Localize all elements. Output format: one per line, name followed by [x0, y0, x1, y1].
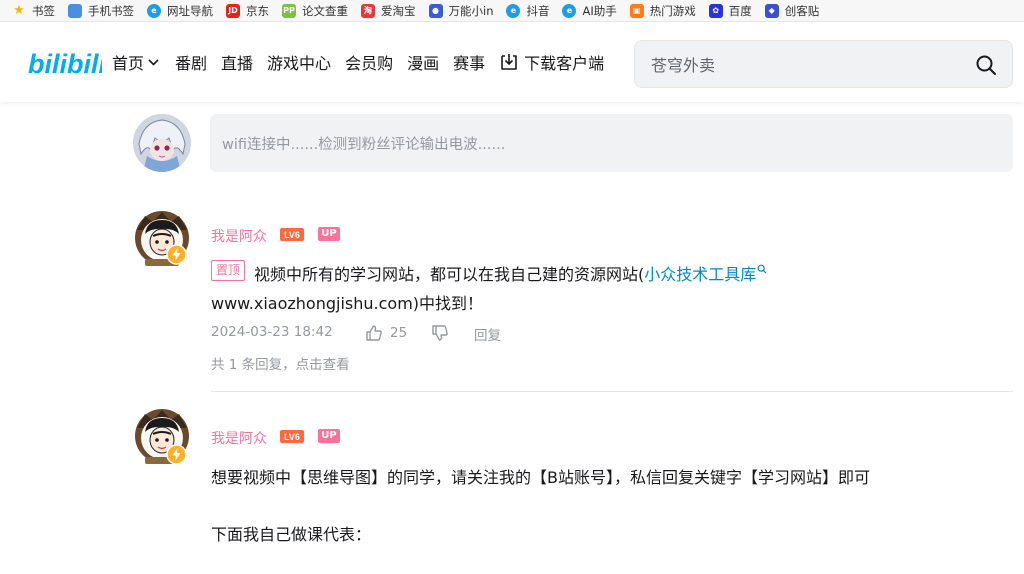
bookmark-item[interactable]: ★ 书签 — [12, 3, 55, 19]
browser-e-icon: e — [506, 3, 521, 18]
comment-username[interactable]: 我是阿众 — [211, 226, 267, 246]
bookmark-label: 万能小in — [448, 3, 494, 18]
comment-input-placeholder: wifi连接中......检测到粉丝评论输出电波...... — [222, 137, 506, 153]
jd-icon: JD — [226, 3, 240, 18]
search-bar — [634, 40, 1013, 88]
nav-game-center[interactable]: 游戏中心 — [267, 50, 331, 74]
verified-lightning-icon — [166, 444, 187, 465]
commenter-avatar[interactable] — [133, 210, 191, 270]
bookmark-item[interactable]: 淘爱淘宝 — [361, 3, 416, 19]
pinned-tag: 置顶 — [211, 260, 246, 281]
comment-text-line-1: 想要视频中【思维导图】的同学，请关注我的【B站账号】，私信回复关键字【学习网站】… — [211, 468, 870, 487]
browser-e-icon: e — [562, 3, 577, 18]
view-replies-link[interactable]: 共 1 条回复，点击查看 — [211, 353, 350, 373]
bookmark-label: 网址导航 — [167, 3, 213, 18]
nav-manga-label: 漫画 — [407, 54, 440, 73]
nav-mall[interactable]: 会员购 — [345, 50, 393, 74]
pp-icon: PP — [282, 3, 296, 18]
game-icon: ▣ — [629, 3, 644, 18]
dislike-button[interactable] — [431, 324, 449, 342]
chevron-down-icon — [148, 58, 159, 66]
thumbs-up-icon — [366, 325, 382, 341]
bookmark-item[interactable]: e 网址导航 — [147, 3, 213, 19]
comment-date: 2024-03-23 18:42 — [211, 324, 333, 340]
thumbs-down-icon — [432, 325, 448, 341]
like-button[interactable]: 25 — [365, 324, 407, 342]
nav-live[interactable]: 直播 — [221, 50, 253, 74]
reply-button[interactable]: 回复 — [474, 324, 501, 344]
nav-home[interactable]: 首页 — [112, 50, 161, 74]
chuangketie-icon: ◆ — [764, 3, 779, 18]
search-input[interactable] — [651, 53, 951, 77]
bookmark-label: 百度 — [728, 3, 752, 18]
logo-text: bilibili — [28, 49, 102, 79]
nav-download-client-label: 下载客户端 — [524, 54, 605, 73]
bookmark-label: 抖音 — [526, 3, 550, 18]
bookmark-label: 热门游戏 — [649, 3, 696, 18]
bookmark-label: AI助手 — [582, 3, 617, 18]
nav-esports[interactable]: 赛事 — [453, 50, 485, 74]
bookmark-item[interactable]: e AI助手 — [562, 3, 617, 19]
comment-username[interactable]: 我是阿众 — [211, 428, 267, 448]
like-count: 25 — [390, 325, 408, 341]
bookmark-item[interactable]: ◆ 创客贴 — [764, 3, 820, 19]
bookmark-label: 京东 — [246, 3, 269, 18]
level-6-badge: LV6 — [280, 430, 304, 443]
download-icon — [501, 54, 517, 70]
nav-game-center-label: 游戏中心 — [267, 54, 332, 73]
search-link-icon[interactable] — [757, 264, 767, 274]
comment-text-line-2: 下面我自己做课代表： — [211, 525, 372, 544]
current-user-avatar[interactable] — [133, 114, 191, 172]
bookmark-label: 手机书签 — [88, 3, 134, 18]
nav-manga[interactable]: 漫画 — [407, 50, 439, 74]
search-icon[interactable] — [974, 53, 998, 77]
nav-home-label: 首页 — [112, 54, 145, 73]
bookmarks-bar: ★ 书签 手机书签 e 网址导航 JD 京东 PP 论文查重淘爱淘宝 ● 万能小in e 抖音 e AI助手… — [0, 0, 1024, 22]
nav-anime[interactable]: 番剧 — [175, 50, 207, 74]
bookmark-item[interactable]: PP 论文查重 — [282, 3, 348, 19]
bookmark-item[interactable]: JD 京东 — [226, 3, 269, 19]
nav-esports-label: 赛事 — [453, 54, 486, 73]
comment-text-line-2: www.xiaozhongjishu.com)中找到！ — [211, 294, 484, 313]
resource-site-link[interactable]: 小众技术工具库 — [644, 265, 756, 284]
nav-live-label: 直播 — [221, 54, 254, 73]
up-badge: UP — [318, 227, 340, 241]
bookmark-label: 论文查重 — [302, 3, 348, 18]
nav-download-client[interactable]: 下载客户端 — [499, 50, 604, 74]
bookmark-item[interactable]: ✿ 百度 — [708, 3, 752, 19]
up-badge: UP — [318, 429, 340, 443]
bookmark-label: 书签 — [32, 3, 55, 18]
verified-lightning-icon — [166, 244, 187, 265]
phone-bookmark-icon — [68, 3, 82, 18]
svg-text:LV6: LV6 — [284, 230, 300, 240]
bookmark-label: 创客贴 — [784, 3, 820, 18]
svg-text:LV6: LV6 — [284, 432, 300, 442]
nav-mall-label: 会员购 — [345, 54, 394, 73]
taobao-icon: 淘 — [361, 3, 375, 18]
bookmark-item[interactable]: ▣ 热门游戏 — [629, 3, 696, 19]
bookmark-label: 爱淘宝 — [381, 3, 416, 18]
baidu-paw-icon: ✿ — [708, 3, 723, 18]
comment-text-line-1: 视频中所有的学习网站，都可以在我自己建的资源网站(小众技术工具库 — [254, 261, 767, 285]
comment-text-before-link: 视频中所有的学习网站，都可以在我自己建的资源网站( — [254, 265, 645, 284]
comment-input-box[interactable]: wifi连接中......检测到粉丝评论输出电波...... — [210, 114, 1013, 172]
bilibili-logo[interactable]: bilibili — [28, 44, 102, 80]
main-nav: 首页 番剧 直播 游戏中心 会员购 漫画 赛事 下载客户端 — [112, 50, 618, 74]
star-icon: ★ — [13, 3, 25, 18]
comment-divider — [211, 391, 1013, 392]
bookmark-item[interactable]: ● 万能小in — [428, 3, 494, 19]
bookmark-item[interactable]: e 抖音 — [506, 3, 549, 19]
level-6-badge: LV6 — [280, 228, 304, 241]
site-header: bilibili 首页 番剧 直播 游戏中心 会员购 漫画 赛事 下载客户端 — [0, 22, 1024, 102]
nav-anime-label: 番剧 — [175, 54, 208, 73]
robot-icon: ● — [428, 3, 443, 18]
browser-e-icon: e — [147, 3, 161, 18]
commenter-avatar[interactable] — [133, 408, 191, 468]
bookmark-item[interactable]: 手机书签 — [68, 3, 134, 19]
